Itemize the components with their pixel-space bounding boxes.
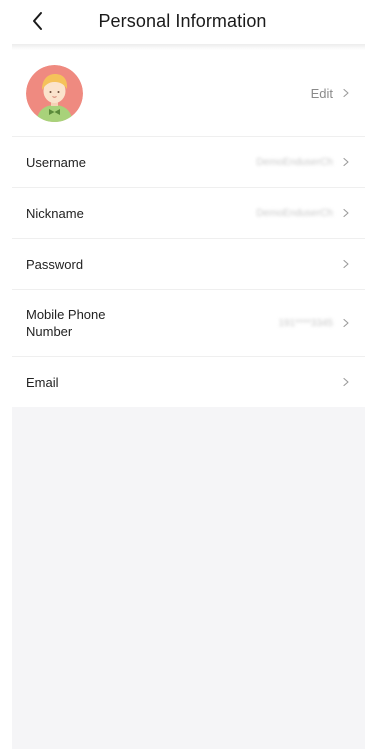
email-row[interactable]: Email	[12, 357, 365, 407]
avatar-row[interactable]: Edit	[12, 50, 365, 137]
mobile-phone-value: 191****3345	[278, 317, 334, 329]
password-row[interactable]: Password	[12, 239, 365, 290]
edit-avatar-label[interactable]: Edit	[311, 86, 333, 101]
info-list: Edit Username DemoEnduserCh Nickname Dem…	[12, 50, 365, 407]
chevron-right-icon	[343, 377, 349, 387]
personal-information-screen: Personal Information Edit Username DemoE…	[0, 0, 365, 749]
chevron-right-icon	[343, 157, 349, 167]
avatar[interactable]	[26, 64, 83, 122]
chevron-right-icon	[343, 259, 349, 269]
chevron-right-icon	[343, 318, 349, 328]
username-label: Username	[26, 154, 86, 170]
email-label: Email	[26, 374, 59, 390]
username-row[interactable]: Username DemoEnduserCh	[12, 137, 365, 188]
mobile-phone-row[interactable]: Mobile Phone Number 191****3345	[12, 290, 365, 357]
nickname-value: DemoEnduserCh	[256, 207, 333, 219]
chevron-right-icon	[343, 208, 349, 218]
chevron-right-icon	[343, 88, 349, 98]
mobile-phone-label: Mobile Phone Number	[26, 307, 106, 339]
nickname-label: Nickname	[26, 205, 84, 221]
content-area: Edit Username DemoEnduserCh Nickname Dem…	[12, 50, 365, 749]
username-value: DemoEnduserCh	[256, 156, 333, 168]
password-label: Password	[26, 256, 84, 272]
top-bar: Personal Information	[0, 0, 365, 46]
nickname-row[interactable]: Nickname DemoEnduserCh	[12, 188, 365, 239]
page-title: Personal Information	[98, 11, 267, 31]
